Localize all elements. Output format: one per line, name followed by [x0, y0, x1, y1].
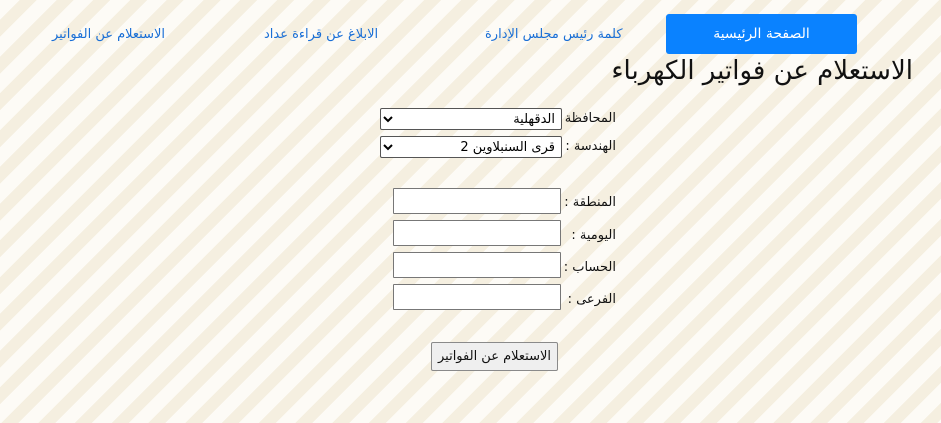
- nav-home-button[interactable]: الصفحة الرئيسية: [666, 14, 857, 54]
- bill-inquiry-submit-button[interactable]: الاستعلام عن الفواتير: [431, 342, 558, 371]
- top-navigation: الاستعلام عن الفواتير الابلاغ عن قراءة ع…: [0, 0, 941, 56]
- zone-input[interactable]: [393, 188, 561, 214]
- page-title: الاستعلام عن فواتير الكهرباء: [611, 56, 913, 86]
- engineering-select[interactable]: قرى السنبلاوين 2: [380, 136, 562, 158]
- sub-account-label: الفرعى :: [567, 292, 616, 307]
- zone-label: المنطقة :: [564, 195, 616, 210]
- nav-link-chairman-word[interactable]: كلمة رئيس مجلس الإدارة: [485, 27, 623, 42]
- daily-label: اليومية :: [571, 228, 616, 243]
- nav-link-report-meter-reading[interactable]: الابلاغ عن قراءة عداد: [264, 27, 378, 42]
- account-label: الحساب :: [563, 260, 616, 275]
- daily-input[interactable]: [393, 220, 561, 246]
- governorate-label: المحافظة :: [556, 111, 616, 126]
- nav-link-bill-inquiry[interactable]: الاستعلام عن الفواتير: [52, 27, 165, 42]
- governorate-select[interactable]: الدقهلية: [380, 108, 562, 130]
- engineering-label: الهندسة :: [565, 139, 616, 154]
- account-input[interactable]: [393, 252, 561, 278]
- sub-account-input[interactable]: [393, 284, 561, 310]
